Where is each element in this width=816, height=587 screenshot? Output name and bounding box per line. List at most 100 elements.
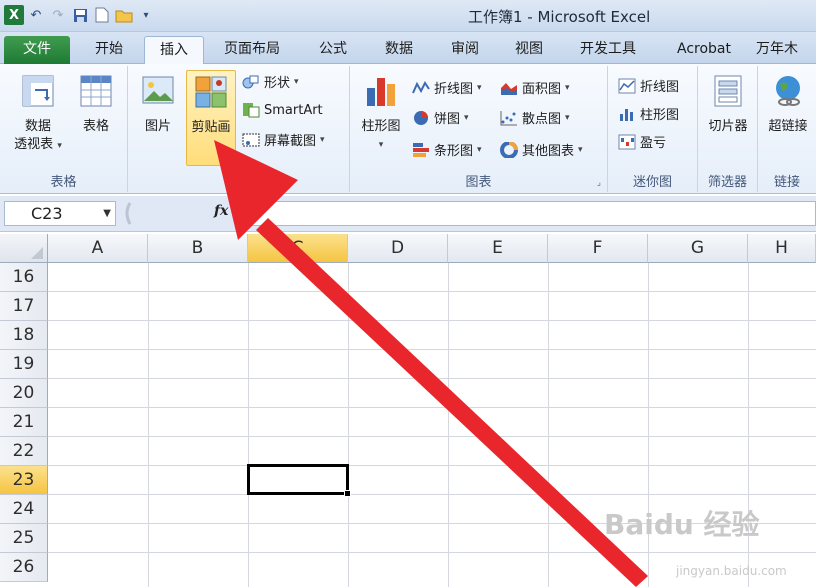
sparkline-line-icon: [618, 78, 636, 93]
tab-file[interactable]: 文件: [4, 36, 70, 64]
column-header-d[interactable]: D: [348, 234, 448, 263]
active-cell-c23[interactable]: [247, 464, 349, 495]
grid-line: [48, 349, 816, 350]
bar-chart-label: 条形图: [434, 144, 474, 159]
picture-button[interactable]: 图片: [136, 74, 180, 136]
hyperlink-globe-icon: [776, 76, 800, 106]
smartart-button[interactable]: SmartArt: [242, 102, 323, 118]
grid-line: [48, 494, 816, 495]
slicer-button[interactable]: 切片器: [702, 74, 754, 136]
other-charts-button[interactable]: 其他图表 ▾: [500, 140, 583, 159]
bar-chart-button[interactable]: 条形图 ▾: [412, 140, 482, 159]
row-header-16[interactable]: 16: [0, 263, 48, 292]
column-chart-button[interactable]: 柱形图 ▾: [356, 74, 406, 154]
row-header-19[interactable]: 19: [0, 350, 48, 379]
column-header-a[interactable]: A: [48, 234, 148, 263]
fill-handle[interactable]: [344, 490, 351, 497]
grid-line: [48, 465, 816, 466]
row-header-17[interactable]: 17: [0, 292, 48, 321]
group-charts: 柱形图 ▾ 折线图 ▾ 饼图 ▾ 条形图 ▾ 面积图 ▾ 散点图 ▾ 其他图表 ▾ 图表 ⌟: [350, 66, 608, 192]
row-header-24[interactable]: 24: [0, 495, 48, 524]
sparkline-winloss-label: 盈亏: [640, 136, 667, 151]
formula-bar-resize-icon[interactable]: [122, 201, 148, 226]
tab-view[interactable]: 视图: [500, 36, 558, 64]
pivot-table-button[interactable]: 数据 透视表 ▾: [6, 74, 70, 155]
save-icon[interactable]: [70, 5, 90, 25]
row-header-18[interactable]: 18: [0, 321, 48, 350]
sparkline-line-button[interactable]: 折线图: [618, 76, 679, 95]
new-file-icon[interactable]: [92, 5, 112, 25]
tab-wannianmu[interactable]: 万年木: [756, 36, 816, 64]
select-all-corner[interactable]: [0, 234, 48, 263]
sparkline-winloss-button[interactable]: 盈亏: [618, 132, 666, 151]
row-header-20[interactable]: 20: [0, 379, 48, 408]
tab-insert[interactable]: 插入: [144, 36, 204, 65]
slicer-label: 切片器: [708, 119, 748, 134]
formula-controls: fx: [122, 201, 238, 226]
group-links: 超链接 链接: [758, 66, 816, 192]
undo-icon[interactable]: ↶: [26, 5, 46, 25]
scatter-chart-label: 散点图: [522, 112, 562, 127]
tab-formulas[interactable]: 公式: [304, 36, 362, 64]
column-header-f[interactable]: F: [548, 234, 648, 263]
pie-chart-icon: [414, 110, 428, 125]
charts-dialog-launcher-icon[interactable]: ⌟: [597, 178, 601, 188]
tab-developer[interactable]: 开发工具: [566, 36, 650, 64]
hyperlink-button[interactable]: 超链接: [762, 74, 814, 136]
grid-line: [48, 436, 816, 437]
screenshot-button[interactable]: 屏幕截图 ▾: [242, 130, 325, 149]
column-chart-dropdown-icon[interactable]: ▾: [356, 136, 406, 154]
area-chart-button[interactable]: 面积图 ▾: [500, 78, 570, 97]
column-header-h[interactable]: H: [748, 234, 816, 263]
formula-input[interactable]: [240, 201, 816, 226]
excel-logo-icon[interactable]: X: [4, 5, 24, 25]
clipart-icon: [195, 76, 227, 108]
picture-icon: [142, 76, 174, 104]
redo-icon[interactable]: ↷: [48, 5, 68, 25]
open-folder-icon[interactable]: [114, 5, 134, 25]
pie-chart-label: 饼图: [434, 112, 461, 127]
clipart-button[interactable]: 剪贴画: [186, 70, 236, 166]
area-chart-label: 面积图: [522, 82, 562, 97]
group-tables: 数据 透视表 ▾ 表格 表格: [0, 66, 128, 192]
shapes-icon: [242, 75, 259, 88]
name-box-dropdown-icon[interactable]: ▼: [103, 202, 111, 225]
tab-home[interactable]: 开始: [78, 36, 140, 64]
hyperlink-label: 超链接: [768, 119, 808, 134]
column-chart-label: 柱形图: [361, 119, 401, 134]
row-header-25[interactable]: 25: [0, 524, 48, 553]
column-header-c[interactable]: C: [248, 234, 348, 263]
scatter-chart-icon: [500, 110, 517, 125]
grid-line: [448, 263, 449, 587]
slicer-icon: [714, 75, 742, 107]
column-header-b[interactable]: B: [148, 234, 248, 263]
sparkline-column-button[interactable]: 柱形图: [618, 104, 679, 123]
customize-toolbar-icon[interactable]: ▾: [136, 5, 156, 25]
grid-line: [148, 263, 149, 587]
group-sparklines: 折线图 柱形图 盈亏 迷你图: [608, 66, 698, 192]
group-illustrations-label: 插: [231, 175, 245, 190]
shapes-button[interactable]: 形状 ▾: [242, 72, 299, 91]
row-header-26[interactable]: 26: [0, 553, 48, 582]
grid-line: [248, 263, 249, 587]
row-header-23[interactable]: 23: [0, 466, 48, 495]
area-chart-icon: [501, 82, 517, 95]
insert-function-icon[interactable]: fx: [214, 203, 228, 219]
scatter-chart-button[interactable]: 散点图 ▾: [500, 108, 570, 127]
line-chart-button[interactable]: 折线图 ▾: [412, 78, 482, 97]
name-box[interactable]: C23 ▼: [4, 201, 116, 226]
column-header-g[interactable]: G: [648, 234, 748, 263]
tab-review[interactable]: 审阅: [436, 36, 494, 64]
sparkline-column-label: 柱形图: [640, 108, 680, 123]
group-filter: 切片器 筛选器: [698, 66, 758, 192]
row-header-21[interactable]: 21: [0, 408, 48, 437]
tab-page-layout[interactable]: 页面布局: [212, 36, 292, 64]
pie-chart-button[interactable]: 饼图 ▾: [412, 108, 469, 127]
group-charts-label: 图表: [465, 175, 492, 190]
tab-acrobat[interactable]: Acrobat: [664, 36, 744, 64]
grid-line: [48, 291, 816, 292]
table-button[interactable]: 表格: [72, 74, 120, 136]
column-header-e[interactable]: E: [448, 234, 548, 263]
tab-data[interactable]: 数据: [370, 36, 428, 64]
row-header-22[interactable]: 22: [0, 437, 48, 466]
